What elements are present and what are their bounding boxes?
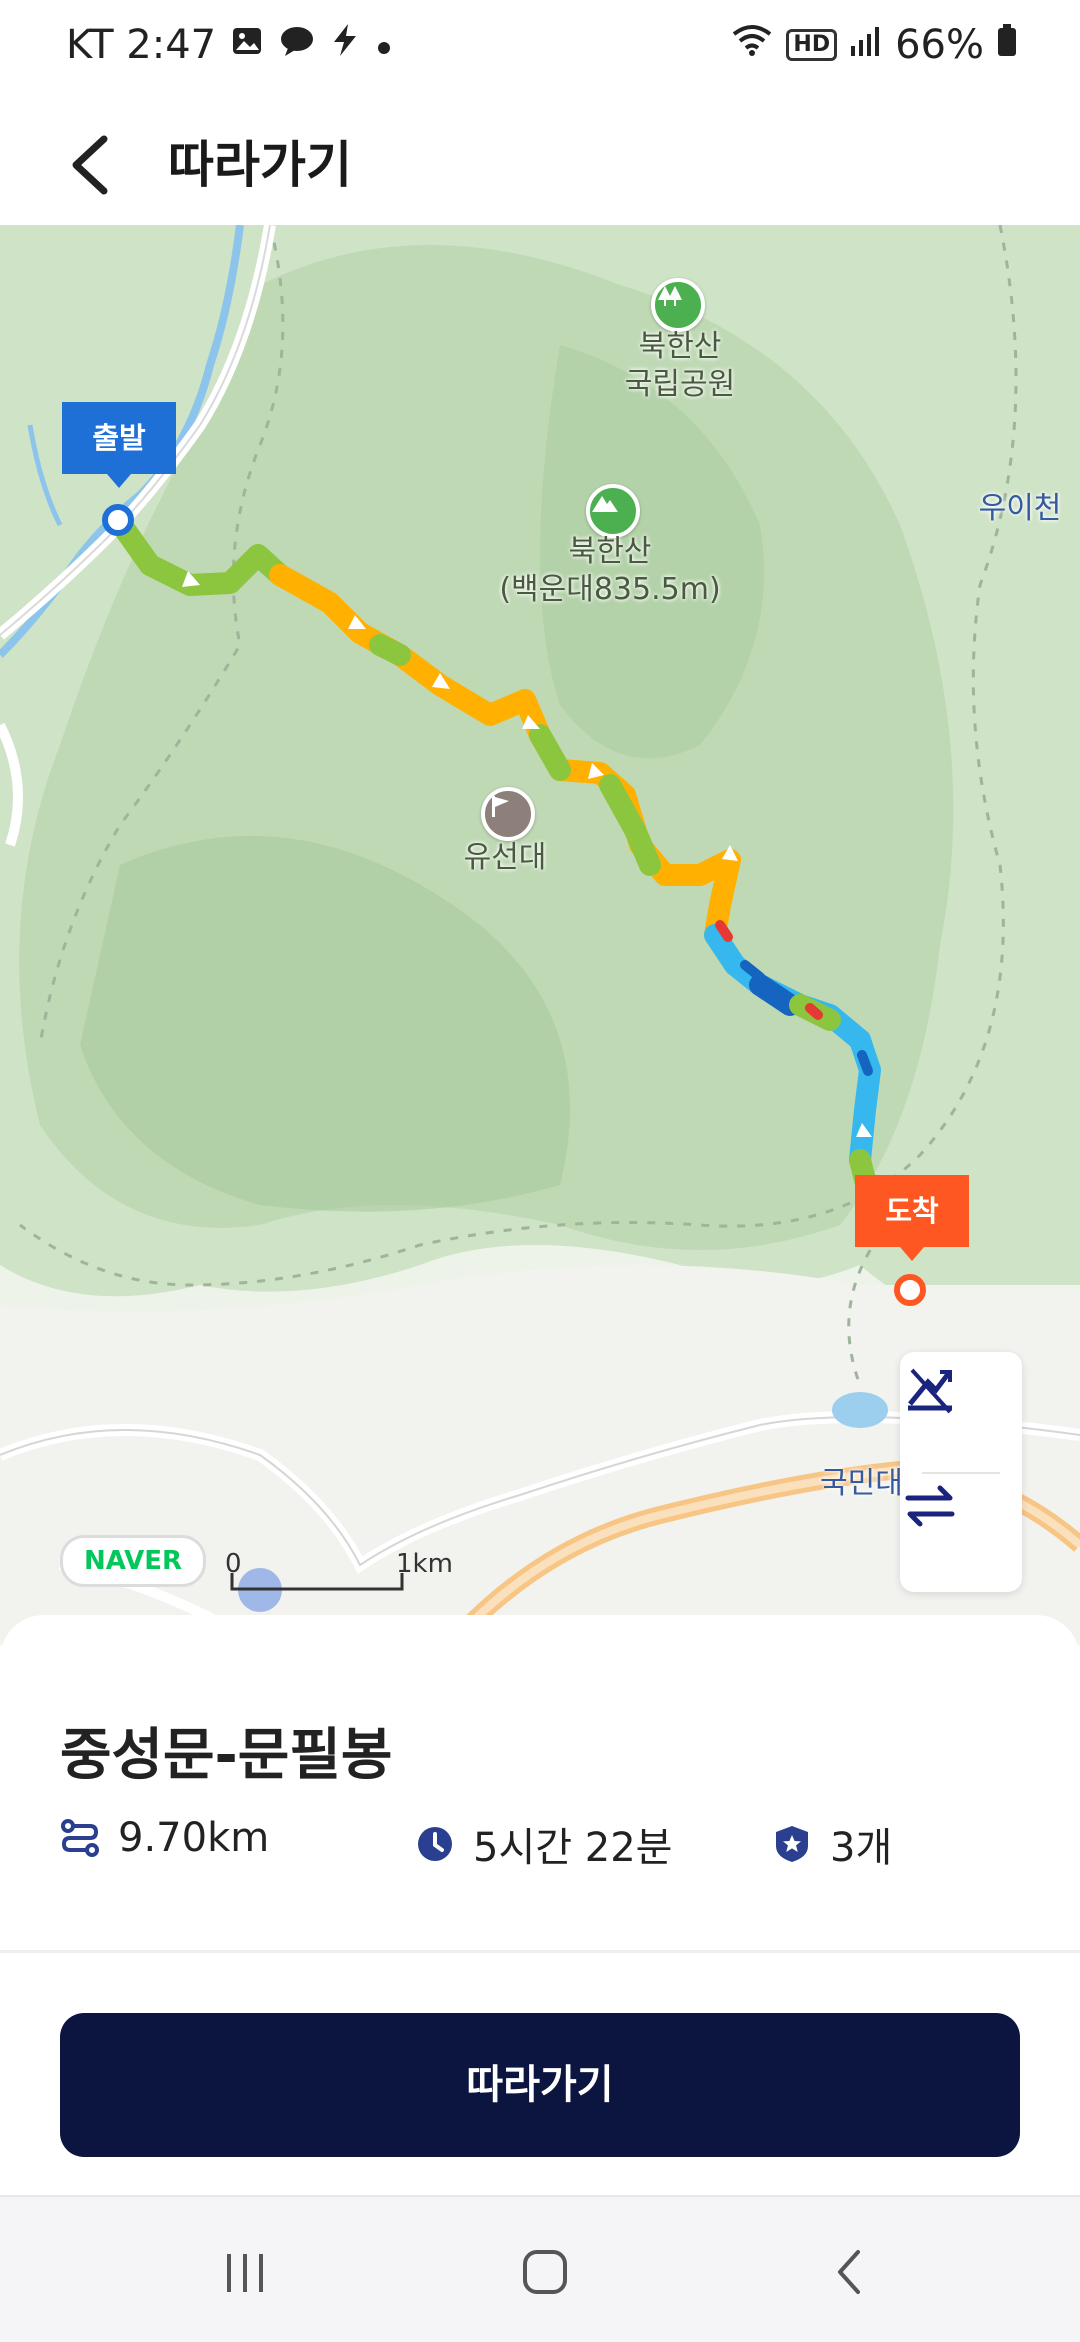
battery-icon bbox=[996, 22, 1018, 68]
signal-icon bbox=[849, 22, 883, 68]
system-nav-bar bbox=[0, 2195, 1080, 2342]
bolt-icon bbox=[330, 22, 360, 68]
chat-icon bbox=[278, 22, 316, 68]
poi-label-yuseondae[interactable]: 유선대 bbox=[420, 839, 590, 877]
status-left: KT 2:47 bbox=[66, 22, 394, 68]
image-icon bbox=[230, 22, 264, 68]
status-right: HD 66% bbox=[730, 22, 1018, 68]
naver-logo: NAVER bbox=[60, 1535, 206, 1587]
dot-icon bbox=[374, 22, 394, 68]
app-header: 따라가기 bbox=[0, 105, 1080, 225]
end-marker[interactable]: 도착 bbox=[855, 1175, 969, 1261]
swap-direction-icon bbox=[905, 1485, 955, 1527]
tree-icon bbox=[651, 278, 705, 332]
start-marker[interactable]: 출발 bbox=[62, 402, 176, 488]
map-tools-panel bbox=[900, 1352, 1022, 1592]
poi-label-national-park[interactable]: 북한산 국립공원 bbox=[560, 328, 800, 404]
back-button[interactable] bbox=[60, 125, 120, 205]
recent-apps-icon bbox=[227, 2254, 263, 2292]
page-title: 따라가기 bbox=[168, 136, 352, 194]
route-badge-count: 3개 bbox=[830, 1825, 893, 1871]
route-stats: 9.70km 5시간 22분 3개 bbox=[60, 1815, 1040, 1875]
route-distance-icon bbox=[61, 1819, 99, 1857]
home-icon bbox=[523, 2250, 567, 2294]
place-label-uicheon: 우이천 bbox=[978, 491, 1062, 526]
chevron-left-icon bbox=[72, 135, 108, 195]
mountain-icon bbox=[586, 484, 640, 538]
system-back-button[interactable] bbox=[795, 2227, 905, 2317]
battery-percent: 66% bbox=[895, 22, 984, 68]
poi-label-bukhansan[interactable]: 북한산 (백운대835.5m) bbox=[470, 533, 750, 609]
route-duration: 5시간 22분 bbox=[473, 1825, 673, 1871]
recent-apps-button[interactable] bbox=[190, 2227, 300, 2317]
sheet-divider bbox=[0, 1950, 1080, 1953]
swap-direction-button[interactable] bbox=[900, 1476, 1022, 1586]
badge-icon bbox=[776, 1826, 808, 1862]
route-title: 중성문-문필봉 bbox=[60, 1723, 393, 1788]
network-badge: HD bbox=[786, 29, 838, 61]
stat-duration: 5시간 22분 bbox=[415, 1815, 672, 1873]
route-distance: 9.70km bbox=[118, 1815, 270, 1861]
stat-distance: 9.70km bbox=[60, 1815, 269, 1861]
status-time: KT 2:47 bbox=[66, 22, 217, 68]
clock-icon bbox=[418, 1827, 452, 1861]
follow-button[interactable]: 따라가기 bbox=[60, 2013, 1020, 2157]
stat-badges: 3개 bbox=[772, 1815, 892, 1873]
flag-icon bbox=[481, 787, 535, 841]
elevation-toggle-button[interactable] bbox=[900, 1360, 1022, 1470]
route-map[interactable]: 출발 도착 북한산 국립공원 북한산 (백운대835.5m) 유선대 우이천 국… bbox=[0, 225, 1080, 1645]
tool-divider bbox=[922, 1472, 1000, 1474]
wifi-icon bbox=[730, 22, 774, 68]
status-bar: KT 2:47 HD 66% bbox=[0, 0, 1080, 105]
back-icon bbox=[838, 2250, 860, 2294]
home-button[interactable] bbox=[490, 2227, 600, 2317]
elevation-toggle-icon bbox=[908, 1368, 952, 1414]
